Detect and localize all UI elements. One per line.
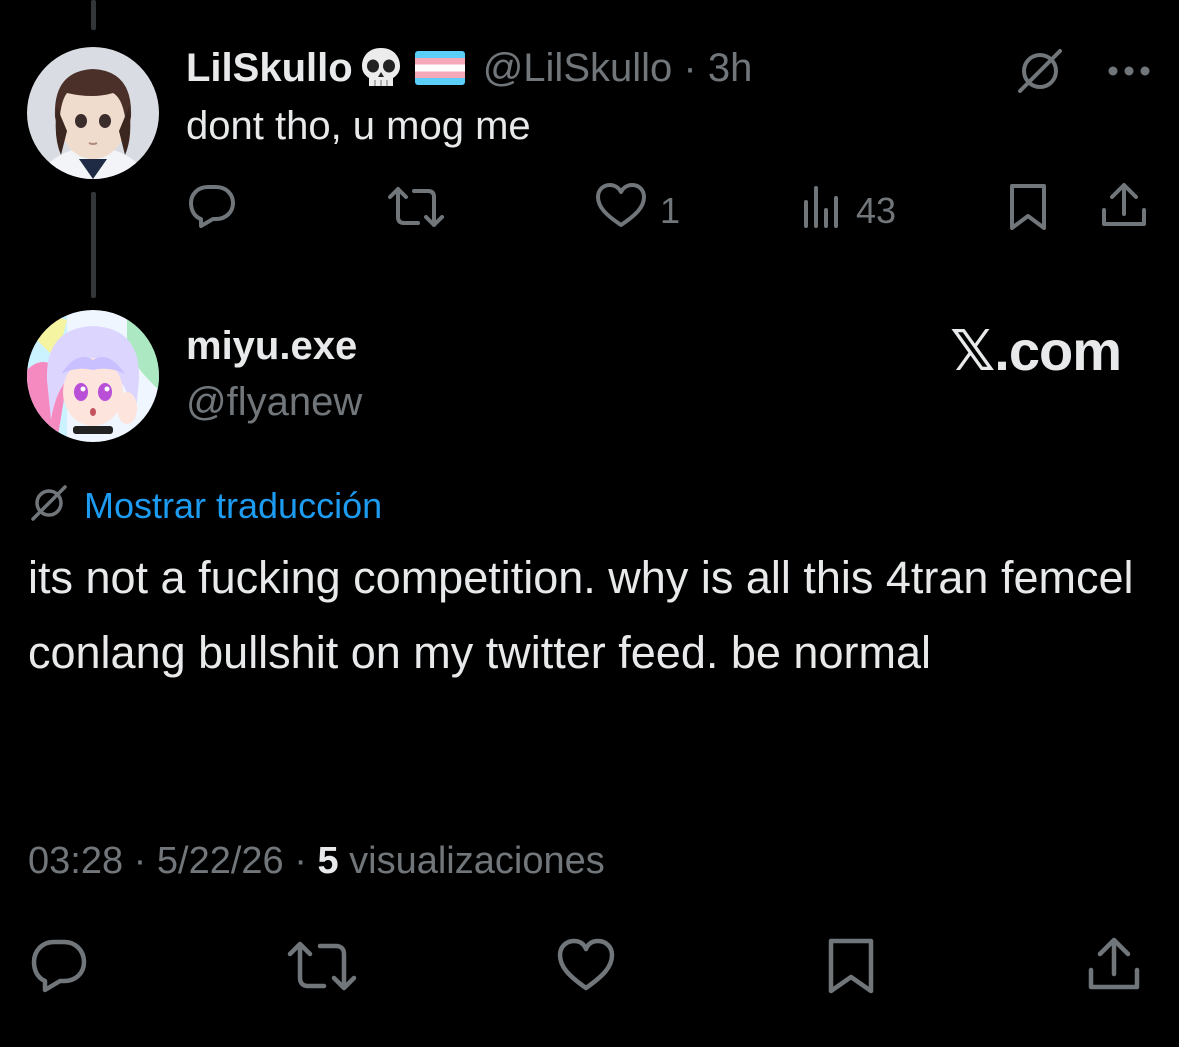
reply-views-count: 43: [856, 189, 897, 231]
tweet-text: its not a fucking competition. why is al…: [28, 552, 1134, 678]
bookmark-icon: [1006, 182, 1050, 241]
reply-bookmark-button[interactable]: [1006, 182, 1050, 241]
tweet-views-count[interactable]: 5: [317, 840, 338, 882]
tweet-like-button[interactable]: [555, 936, 617, 1003]
reply-like-button[interactable]: 1: [594, 181, 680, 240]
share-icon: [1100, 180, 1148, 239]
reply-top-right-actions: [1013, 44, 1151, 103]
meta-separator: ·: [133, 840, 147, 882]
reply-handle[interactable]: @LilSkullo: [483, 46, 673, 90]
bookmark-icon: [824, 936, 878, 1005]
reply-avatar[interactable]: [27, 47, 159, 179]
share-icon: [1086, 934, 1142, 1003]
reply-display-name[interactable]: LilSkullo: [186, 46, 353, 91]
thread-line-bottom: [91, 192, 96, 298]
tweet-reply-button[interactable]: [28, 936, 90, 1003]
reply-like-count: 1: [660, 189, 681, 231]
meta-separator: ·: [294, 840, 307, 882]
tweet-bookmark-button[interactable]: [824, 936, 878, 1005]
reply-icon: [186, 181, 238, 240]
reply-text: dont tho, u mog me: [186, 104, 531, 148]
slashed-circle-icon: [28, 482, 70, 529]
thread-line-top: [91, 0, 96, 30]
retweet-icon: [286, 938, 358, 1003]
slashed-circle-icon[interactable]: [1013, 44, 1067, 103]
tweet-date: 5/22/26: [156, 840, 284, 882]
reply-header: LilSkullo @LilSkullo · 3h: [186, 40, 752, 96]
tweet-meta: 03:28 · 5/22/26 · 5 visualizaciones: [28, 840, 605, 883]
tweet-retweet-button[interactable]: [286, 938, 358, 1003]
heart-icon: [555, 936, 617, 1003]
more-dots-icon[interactable]: [1107, 64, 1151, 83]
show-translation-link[interactable]: Mostrar traducción: [84, 485, 382, 527]
x-com-watermark: 𝕏.com: [950, 319, 1122, 382]
tweet-share-button[interactable]: [1086, 934, 1142, 1003]
reply-reply-button[interactable]: [186, 181, 238, 240]
trans-flag-emoji-icon: [414, 51, 465, 85]
reply-meta: @LilSkullo · 3h: [483, 46, 753, 91]
reply-retweet-button[interactable]: [386, 183, 446, 240]
tweet-views-label[interactable]: visualizaciones: [349, 840, 605, 882]
analytics-icon: [800, 184, 844, 237]
reply-time[interactable]: 3h: [708, 46, 753, 90]
reply-views-button[interactable]: 43: [800, 184, 896, 237]
tweet-handle[interactable]: @flyanew: [186, 380, 362, 425]
reply-share-button[interactable]: [1100, 180, 1148, 239]
tweet-avatar[interactable]: [27, 310, 159, 442]
translate-row[interactable]: Mostrar traducción: [28, 482, 382, 529]
tweet-time: 03:28: [28, 840, 124, 882]
retweet-icon: [386, 183, 446, 240]
heart-icon: [594, 181, 648, 240]
tweet-display-name[interactable]: miyu.exe: [186, 324, 357, 369]
skull-emoji-icon: [357, 44, 405, 92]
reply-icon: [28, 936, 90, 1003]
reply-separator: ·: [683, 45, 697, 90]
